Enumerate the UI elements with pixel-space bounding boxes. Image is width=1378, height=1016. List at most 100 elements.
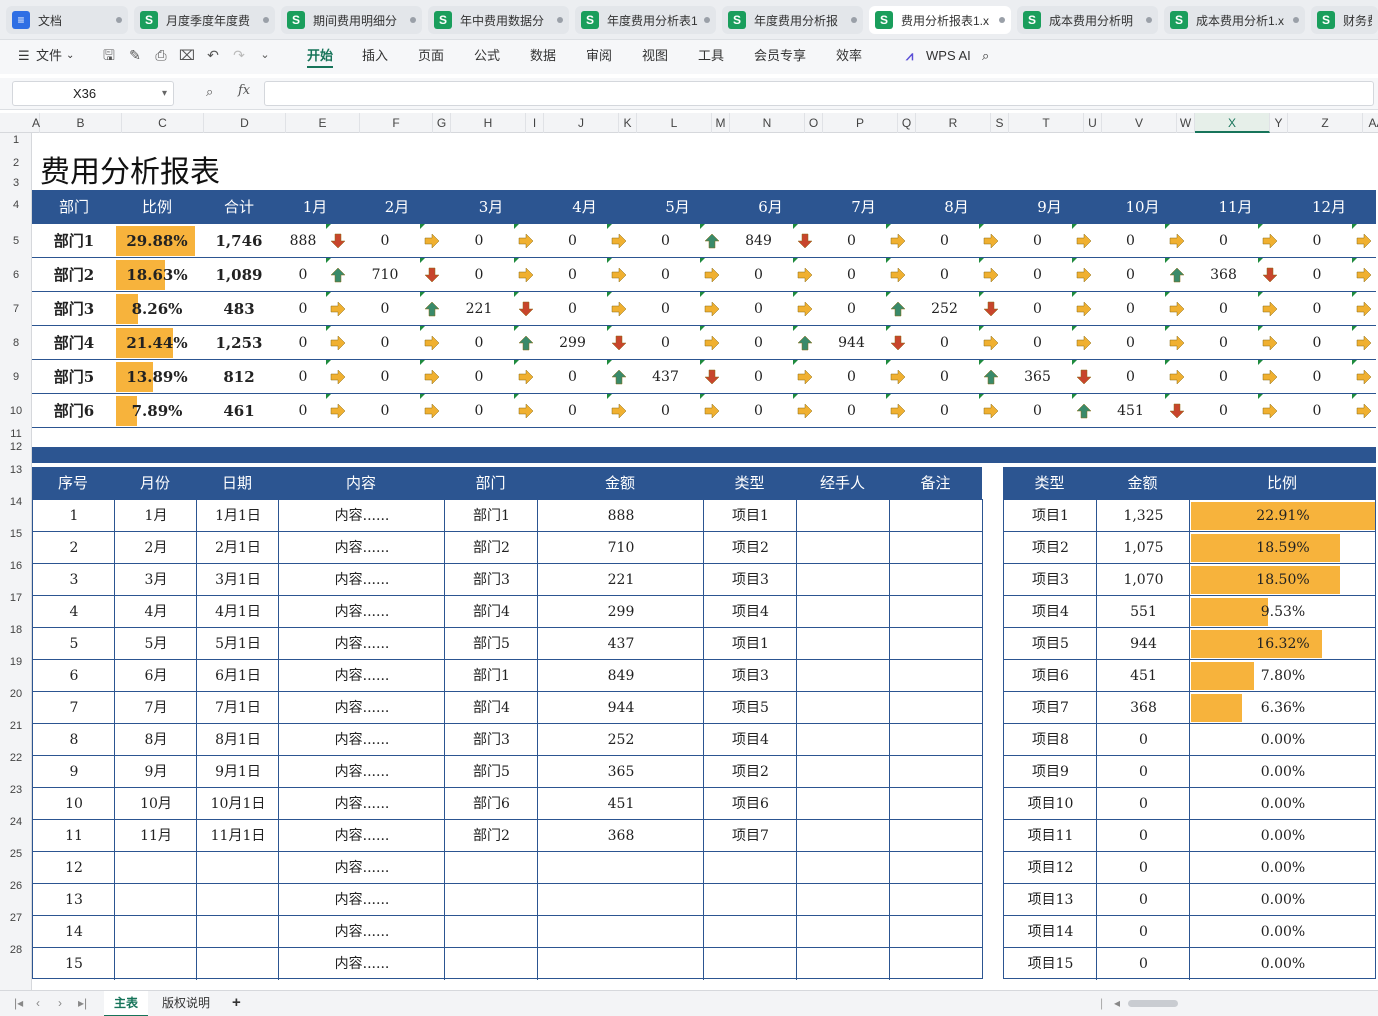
detail-cell[interactable] <box>797 948 890 980</box>
detail-cell[interactable] <box>445 852 538 884</box>
detail-cell[interactable]: 710 <box>538 532 704 564</box>
month-value-cell[interactable]: 0 <box>631 292 700 326</box>
amount-cell[interactable]: 0 <box>1097 884 1190 916</box>
detail-cell[interactable]: 1月1日 <box>197 500 279 532</box>
month-value-cell[interactable]: 0 <box>1096 258 1165 292</box>
wps-ai-button[interactable]: WPS AI <box>926 46 971 66</box>
detail-cell[interactable] <box>538 948 704 980</box>
month-value-cell[interactable]: 0 <box>280 360 326 394</box>
row-label[interactable]: 28 <box>0 934 32 966</box>
detail-cell[interactable] <box>115 916 197 948</box>
column-label[interactable]: AA <box>1363 113 1378 133</box>
month-value-cell[interactable]: 437 <box>631 360 700 394</box>
ratio-cell[interactable]: 6.36% <box>1190 692 1376 724</box>
detail-cell[interactable] <box>890 628 983 660</box>
total-cell[interactable]: 461 <box>198 394 280 428</box>
amount-cell[interactable]: 1,075 <box>1097 532 1190 564</box>
amount-cell[interactable]: 944 <box>1097 628 1190 660</box>
document-tab[interactable]: S 年度费用分析表1.xl <box>575 6 716 34</box>
row-label[interactable]: 7 <box>0 292 32 326</box>
document-tab[interactable]: S 成本费用分析明 <box>1017 6 1158 34</box>
ratio-cell[interactable]: 9.53% <box>1190 596 1376 628</box>
detail-cell[interactable]: 内容...... <box>279 532 445 564</box>
detail-cell[interactable] <box>797 788 890 820</box>
month-value-cell[interactable]: 0 <box>538 224 607 258</box>
detail-cell[interactable]: 项目5 <box>704 692 797 724</box>
column-label[interactable]: O <box>805 113 823 133</box>
file-menu[interactable]: 文件 <box>36 46 62 66</box>
amount-cell[interactable]: 0 <box>1097 916 1190 948</box>
type-cell[interactable]: 项目6 <box>1004 660 1097 692</box>
detail-cell[interactable]: 6 <box>33 660 115 692</box>
detail-cell[interactable]: 内容...... <box>279 724 445 756</box>
dept-cell[interactable]: 部门3 <box>32 292 116 326</box>
detail-cell[interactable]: 内容...... <box>279 788 445 820</box>
row-label[interactable]: 15 <box>0 518 32 550</box>
month-value-cell[interactable]: 0 <box>1282 258 1352 292</box>
type-cell[interactable]: 项目5 <box>1004 628 1097 660</box>
type-cell[interactable]: 项目7 <box>1004 692 1097 724</box>
detail-cell[interactable]: 14 <box>33 916 115 948</box>
row-label[interactable]: 19 <box>0 646 32 678</box>
undo-icon[interactable]: ↶ <box>204 46 222 64</box>
hamburger-icon[interactable]: ☰ <box>18 46 30 66</box>
detail-cell[interactable]: 部门4 <box>445 692 538 724</box>
amount-cell[interactable]: 451 <box>1097 660 1190 692</box>
detail-cell[interactable]: 部门1 <box>445 500 538 532</box>
sheet-tab[interactable]: 版权说明 <box>152 991 220 1016</box>
month-value-cell[interactable]: 0 <box>1096 326 1165 360</box>
column-label[interactable]: N <box>730 113 805 133</box>
column-label[interactable]: R <box>916 113 991 133</box>
amount-cell[interactable]: 0 <box>1097 756 1190 788</box>
ratio-cell[interactable]: 13.89% <box>116 360 198 394</box>
month-value-cell[interactable]: 0 <box>724 258 793 292</box>
detail-cell[interactable]: 10 <box>33 788 115 820</box>
column-label[interactable]: Q <box>898 113 916 133</box>
column-label[interactable]: Z <box>1288 113 1363 133</box>
detail-cell[interactable]: 项目1 <box>704 500 797 532</box>
column-label[interactable]: C <box>122 113 204 133</box>
detail-cell[interactable]: 368 <box>538 820 704 852</box>
detail-cell[interactable] <box>797 820 890 852</box>
month-value-cell[interactable]: 0 <box>1003 224 1072 258</box>
month-value-cell[interactable]: 0 <box>817 224 886 258</box>
close-tab-icon[interactable] <box>1293 17 1299 23</box>
detail-cell[interactable] <box>890 884 983 916</box>
search-icon[interactable]: ⌕ <box>982 46 989 66</box>
dept-cell[interactable]: 部门1 <box>32 224 116 258</box>
detail-cell[interactable]: 5 <box>33 628 115 660</box>
amount-cell[interactable]: 1,325 <box>1097 500 1190 532</box>
month-value-cell[interactable]: 0 <box>724 360 793 394</box>
save-icon[interactable]: 🖫 <box>100 46 118 64</box>
more-chevron-icon[interactable]: ⌄ <box>256 46 274 64</box>
total-cell[interactable]: 483 <box>198 292 280 326</box>
detail-cell[interactable] <box>115 884 197 916</box>
detail-cell[interactable]: 1 <box>33 500 115 532</box>
ratio-cell[interactable]: 18.50% <box>1190 564 1376 596</box>
detail-cell[interactable]: 部门5 <box>445 756 538 788</box>
row-label[interactable]: 24 <box>0 806 32 838</box>
row-label[interactable]: 14 <box>0 486 32 518</box>
month-value-cell[interactable]: 0 <box>538 360 607 394</box>
close-tab-icon[interactable] <box>557 17 563 23</box>
detail-cell[interactable]: 部门3 <box>445 724 538 756</box>
column-label[interactable]: D <box>204 113 286 133</box>
document-tab[interactable]: S 期间费用明细分 <box>281 6 422 34</box>
detail-cell[interactable]: 13 <box>33 884 115 916</box>
month-value-cell[interactable]: 0 <box>444 394 514 428</box>
wps-ai-icon[interactable]: ⩘ <box>906 46 913 66</box>
document-tab[interactable]: S 年中费用数据分 <box>428 6 569 34</box>
detail-cell[interactable]: 1月 <box>115 500 197 532</box>
column-label[interactable]: B <box>40 113 122 133</box>
detail-cell[interactable]: 10月 <box>115 788 197 820</box>
type-cell[interactable]: 项目14 <box>1004 916 1097 948</box>
column-label[interactable]: Y <box>1270 113 1288 133</box>
month-value-cell[interactable]: 0 <box>444 224 514 258</box>
detail-cell[interactable] <box>704 852 797 884</box>
row-label[interactable]: 17 <box>0 582 32 614</box>
last-sheet-icon[interactable]: ▸| <box>78 996 87 1010</box>
row-label[interactable]: 26 <box>0 870 32 902</box>
month-value-cell[interactable]: 0 <box>350 292 420 326</box>
close-tab-icon[interactable] <box>704 17 710 23</box>
detail-cell[interactable]: 部门6 <box>445 788 538 820</box>
